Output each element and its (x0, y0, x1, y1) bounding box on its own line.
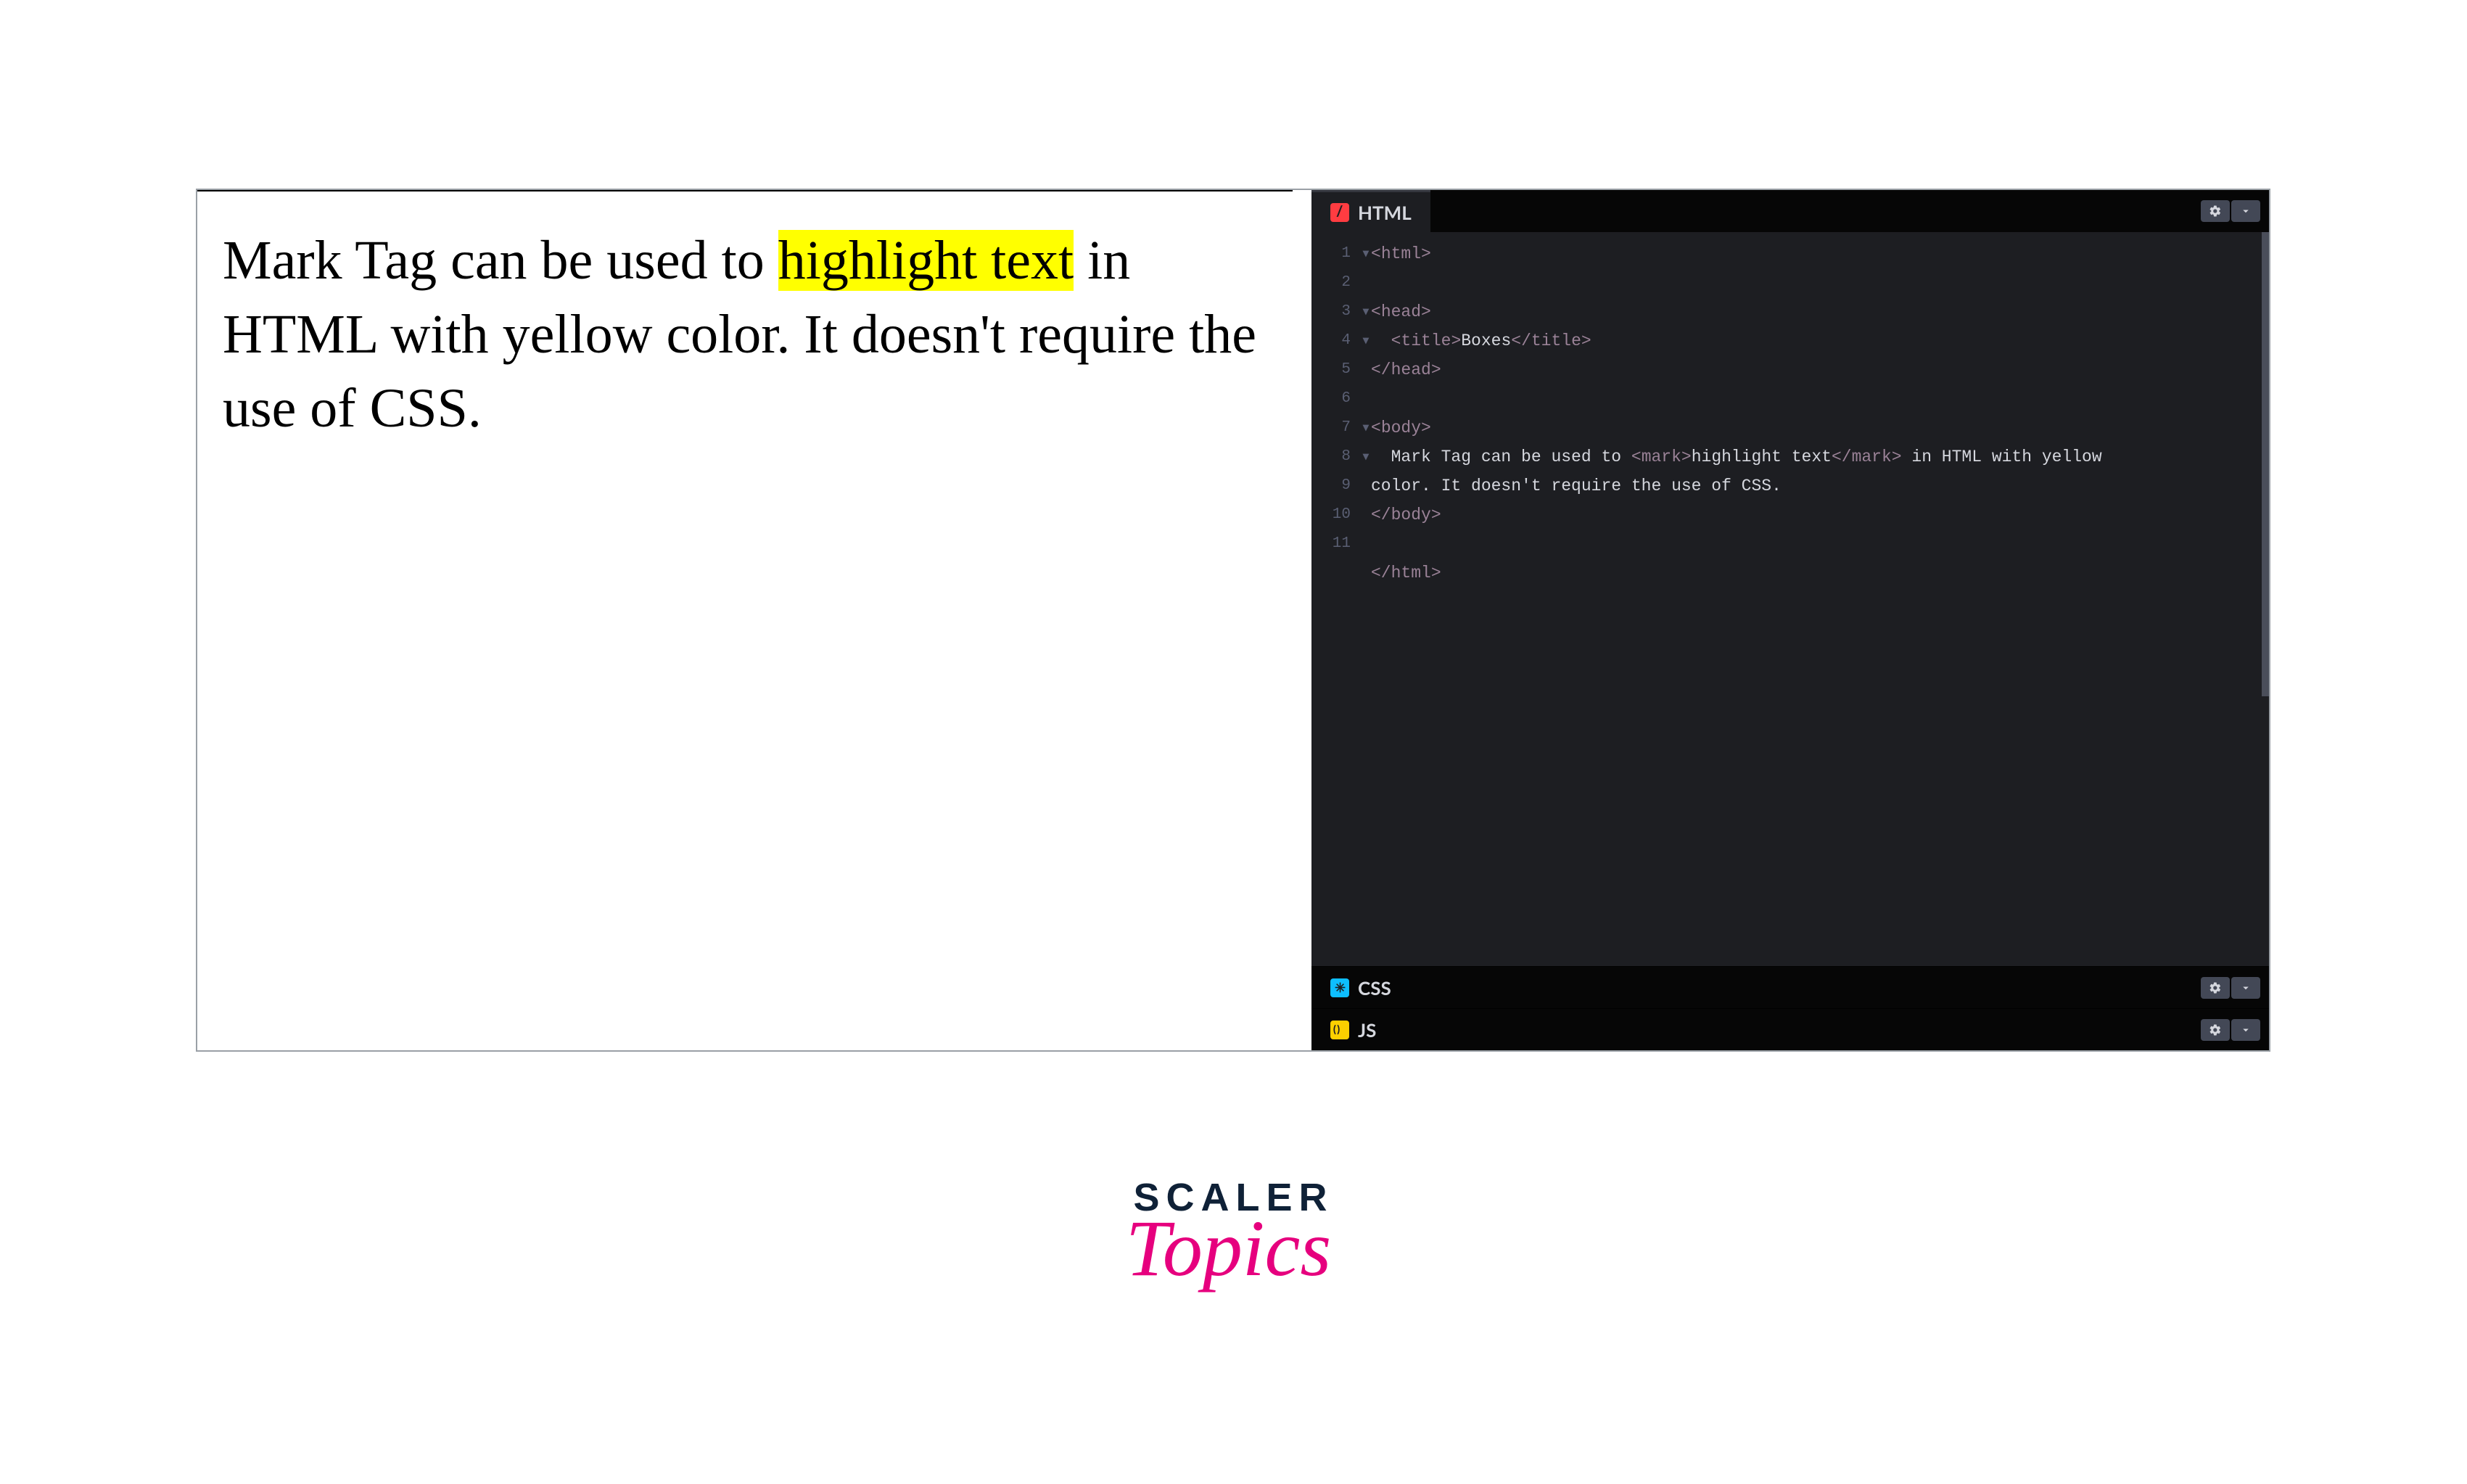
css-icon (1330, 978, 1349, 997)
line-number: 3 (1311, 297, 1351, 326)
scrollbar[interactable] (2262, 232, 2269, 696)
chevron-down-icon (2239, 205, 2252, 218)
fold-icon[interactable]: ▾ (1361, 297, 1371, 326)
fold-icon[interactable]: ▾ (1361, 239, 1371, 268)
logo-line2: Topics (1123, 1203, 1333, 1295)
code-pane: HTML 1 2 3 4 5 6 7 8 9 (1311, 190, 2269, 1050)
line-number: 10 (1311, 500, 1351, 529)
line-number: 1 (1311, 239, 1351, 268)
line-number: 2 (1311, 268, 1351, 297)
html-collapse-button[interactable] (2231, 200, 2260, 222)
tab-js-label: JS (1358, 1018, 1376, 1042)
js-collapse-button[interactable] (2231, 1019, 2260, 1041)
editor-container: Mark Tag can be used to highlight text i… (196, 189, 2270, 1052)
html-icon (1330, 203, 1349, 222)
gear-icon (2209, 981, 2222, 994)
css-settings-button[interactable] (2201, 977, 2230, 999)
js-panel-header: JS (1311, 1008, 2269, 1050)
chevron-down-icon (2239, 1023, 2252, 1036)
gear-icon (2209, 1023, 2222, 1036)
tab-css[interactable]: CSS (1311, 967, 1410, 1008)
tab-css-label: CSS (1358, 976, 1391, 999)
line-number: 6 (1311, 384, 1351, 413)
line-gutter: 1 2 3 4 5 6 7 8 9 10 11 (1311, 232, 1358, 966)
code-lines[interactable]: ▾<html> ▾<head> ▾ <title>Boxes</title> <… (1358, 232, 2269, 966)
tab-html[interactable]: HTML (1311, 190, 1430, 232)
scaler-logo: SCALER Topics (1133, 1175, 1333, 1295)
gear-icon (2209, 205, 2222, 218)
preview-text-before: Mark Tag can be used to (223, 230, 778, 291)
tab-html-label: HTML (1358, 201, 1412, 224)
chevron-down-icon (2239, 981, 2252, 994)
fold-icon[interactable]: ▾ (1361, 442, 1371, 471)
line-number: 7 (1311, 413, 1351, 442)
html-settings-button[interactable] (2201, 200, 2230, 222)
fold-icon[interactable]: ▾ (1361, 326, 1371, 355)
preview-pane: Mark Tag can be used to highlight text i… (197, 190, 1293, 1050)
html-panel-header: HTML (1311, 190, 2269, 232)
line-number: 11 (1311, 529, 1351, 558)
line-number: 4 (1311, 326, 1351, 355)
fold-icon[interactable]: ▾ (1361, 413, 1371, 442)
html-editor[interactable]: 1 2 3 4 5 6 7 8 9 10 11 ▾<html> ▾<head> … (1311, 232, 2269, 966)
line-number: 9 (1311, 471, 1351, 500)
css-collapse-button[interactable] (2231, 977, 2260, 999)
css-panel-header: CSS (1311, 966, 2269, 1008)
preview-highlight: highlight text (778, 230, 1074, 291)
js-icon (1330, 1021, 1349, 1039)
preview-text: Mark Tag can be used to highlight text i… (223, 224, 1267, 445)
tab-js[interactable]: JS (1311, 1009, 1395, 1050)
line-number: 5 (1311, 355, 1351, 384)
line-number: 8 (1311, 442, 1351, 471)
js-settings-button[interactable] (2201, 1019, 2230, 1041)
